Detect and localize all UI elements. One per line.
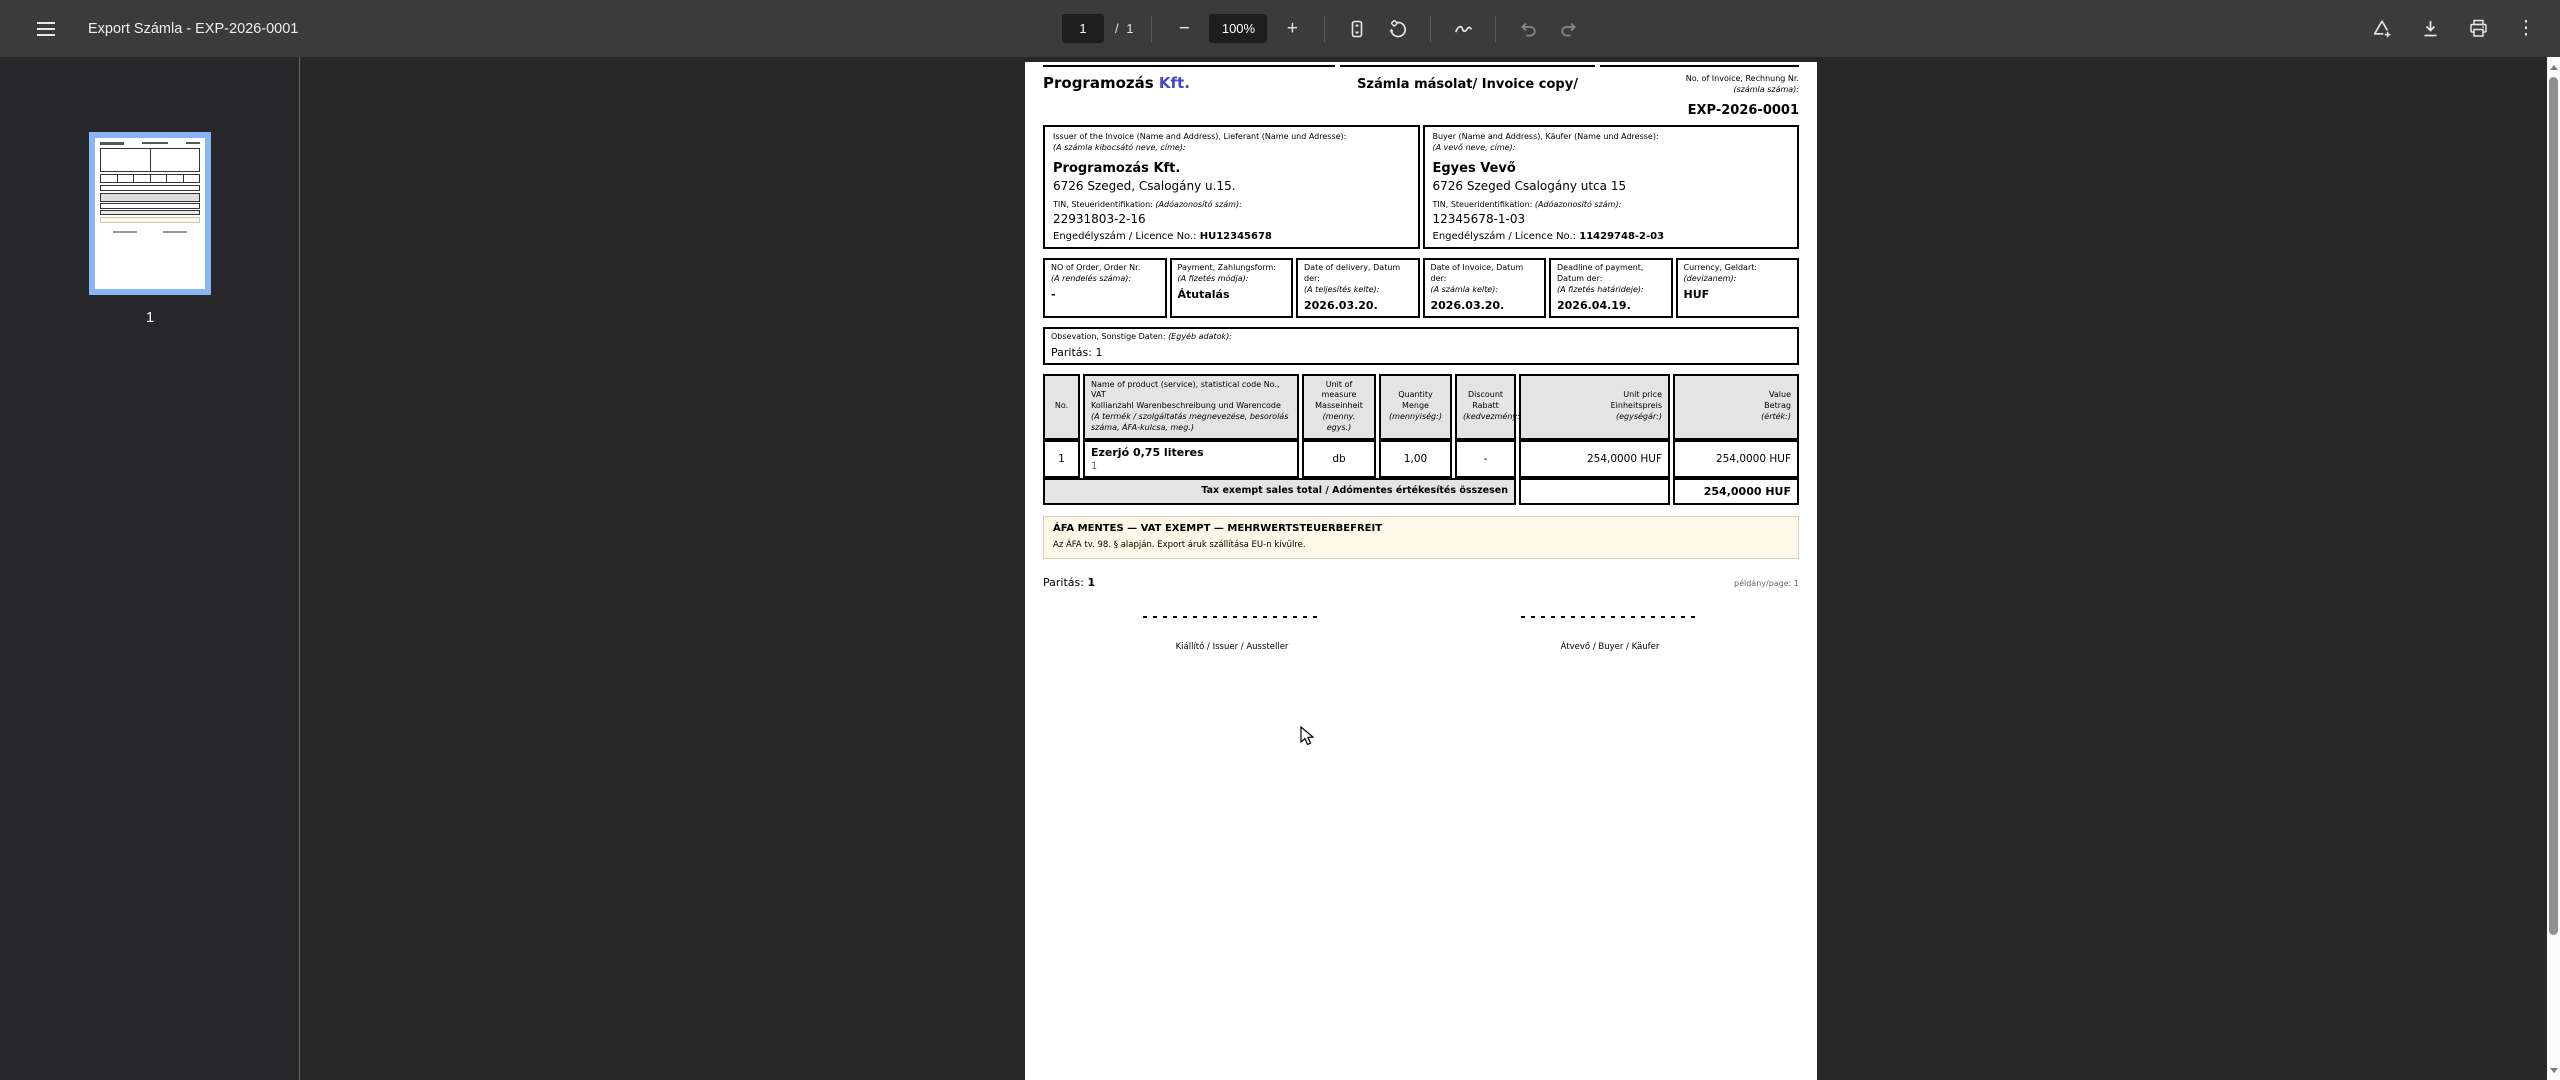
menu-icon[interactable]	[26, 9, 66, 49]
item-row: 1 Ezerjó 0,75 literes 1 db 1,00 - 254,00…	[1043, 439, 1799, 478]
toolbar-divider	[1495, 15, 1497, 42]
rotate-icon	[1390, 19, 1407, 37]
fit-page-icon	[1352, 20, 1363, 37]
annotate-button[interactable]	[1447, 13, 1479, 45]
issuer-licence-no: HU12345678	[1199, 231, 1272, 243]
signature-area: Kiállító / Issuer / Aussteller Átvevő / …	[1043, 615, 1799, 652]
pdf-toolbar: Export Számla - EXP-2026-0001 1 / 1 − 10…	[0, 0, 2560, 57]
rotate-button[interactable]	[1382, 13, 1414, 45]
buyer-address: 6726 Szeged Csalogány utca 15	[1432, 178, 1627, 193]
issuer-signature: Kiállító / Issuer / Aussteller	[1043, 615, 1421, 652]
scrollbar-thumb[interactable]	[2549, 77, 2558, 935]
page-number-input[interactable]: 1	[1062, 14, 1104, 43]
items-header-row: No. Name of product (service), statistic…	[1043, 373, 1799, 440]
items-table: No. Name of product (service), statistic…	[1043, 373, 1799, 505]
totals-empty-cell	[1519, 477, 1670, 505]
vat-exempt-notice: ÁFA MENTES — VAT EXEMPT — MEHRWERTSTEUER…	[1043, 515, 1799, 559]
issuer-signature-line	[1143, 615, 1321, 618]
invoice-header: Programozás Kft. Számla másolat/ Invoice…	[1043, 65, 1799, 123]
order-info-table: NO of Order, Order Nr. (A rendelés száma…	[1043, 258, 1799, 318]
observation-box: Obsevation, Sonstige Daten: (Egyéb adato…	[1043, 326, 1799, 365]
download-icon	[2424, 21, 2436, 37]
pdf-viewer-window: Export Számla - EXP-2026-0001 1 / 1 − 10…	[0, 0, 2560, 1080]
print-button[interactable]	[2462, 13, 2494, 45]
scroll-down-arrow[interactable]	[2547, 1062, 2560, 1078]
buyer-licence-no: 11429748-2-03	[1579, 231, 1665, 243]
undo-icon	[1521, 22, 1537, 36]
observation-value: Paritás: 1	[1051, 345, 1103, 359]
annotate-icon	[1455, 25, 1472, 33]
invoice-title: Számla másolat/ Invoice copy/	[1340, 65, 1595, 123]
parity-row: Paritás: 1 példány/page: 1	[1043, 575, 1799, 589]
buyer-signature: Átvevő / Buyer / Käufer	[1421, 615, 1799, 652]
company-name: Programozás Kft.	[1043, 65, 1335, 123]
pdf-page: Programozás Kft. Számla másolat/ Invoice…	[1025, 62, 1817, 1080]
issuer-block: Issuer of the Invoice (Name and Address)…	[1043, 125, 1420, 250]
invoice-date-cell: Date of Invoice, Datum der: (A számla ke…	[1422, 258, 1546, 318]
copy-page-label: példány/page: 1	[1733, 578, 1799, 588]
redo-button[interactable]	[1553, 13, 1585, 45]
issuer-address: 6726 Szeged, Csalogány u.15.	[1053, 178, 1236, 193]
buyer-tin: 12345678-1-03	[1432, 212, 1526, 227]
toolbar-divider	[1430, 15, 1432, 42]
thumbnail-sidebar: 1	[0, 57, 300, 1080]
page-thumbnail[interactable]: 1	[89, 132, 211, 326]
zoom-in-button[interactable]: +	[1276, 13, 1308, 45]
buyer-signature-line	[1521, 615, 1699, 618]
thumbnail-page-number: 1	[145, 309, 155, 326]
order-number-cell: NO of Order, Order Nr. (A rendelés száma…	[1043, 258, 1167, 318]
more-options-button[interactable]: ⋮	[2510, 13, 2542, 45]
zoom-out-button[interactable]: −	[1168, 13, 1200, 45]
undo-button[interactable]	[1512, 13, 1544, 45]
totals-row: Tax exempt sales total / Adómentes érték…	[1043, 477, 1799, 505]
toolbar-divider	[1324, 15, 1326, 42]
zoom-level-input[interactable]: 100%	[1209, 14, 1268, 43]
parties-table: Issuer of the Invoice (Name and Address)…	[1043, 125, 1799, 250]
totals-value: 254,0000 HUF	[1673, 477, 1799, 505]
issuer-name: Programozás Kft.	[1053, 160, 1181, 176]
vertical-scrollbar[interactable]	[2547, 57, 2560, 1080]
save-to-drive-icon	[2373, 19, 2392, 39]
invoice-number-block: No. of Invoice, Rechnung Nr. (számla szá…	[1600, 65, 1799, 123]
page-count-label: / 1	[1115, 21, 1136, 36]
scroll-up-arrow[interactable]	[2547, 59, 2560, 75]
buyer-name: Egyes Vevő	[1432, 160, 1516, 176]
product-name-header: Name of product (service), statistical c…	[1083, 373, 1299, 440]
redo-icon	[1561, 22, 1577, 36]
thumbnail-preview	[95, 138, 205, 289]
save-to-drive-button[interactable]	[2366, 13, 2398, 45]
issuer-tin: 22931803-2-16	[1053, 212, 1146, 227]
download-button[interactable]	[2414, 13, 2446, 45]
payment-deadline-cell: Deadline of payment, Datum der: (A fizet…	[1549, 258, 1673, 318]
document-title: Export Számla - EXP-2026-0001	[88, 20, 299, 37]
fit-page-button[interactable]	[1341, 13, 1373, 45]
item-name-cell: Ezerjó 0,75 literes 1	[1083, 439, 1299, 478]
payment-method-cell: Payment, Zahlungsform: (A fizetés módja)…	[1169, 258, 1293, 318]
invoice-number: EXP-2026-0001	[1687, 102, 1799, 118]
delivery-date-cell: Date of delivery, Datum der: (A teljesít…	[1296, 258, 1420, 318]
currency-cell: Currency, Geldart: (devizanem): HUF	[1675, 258, 1799, 318]
toolbar-divider	[1151, 15, 1153, 42]
print-icon	[2469, 19, 2487, 37]
buyer-block: Buyer (Name and Address), Käufer (Name u…	[1422, 125, 1799, 250]
